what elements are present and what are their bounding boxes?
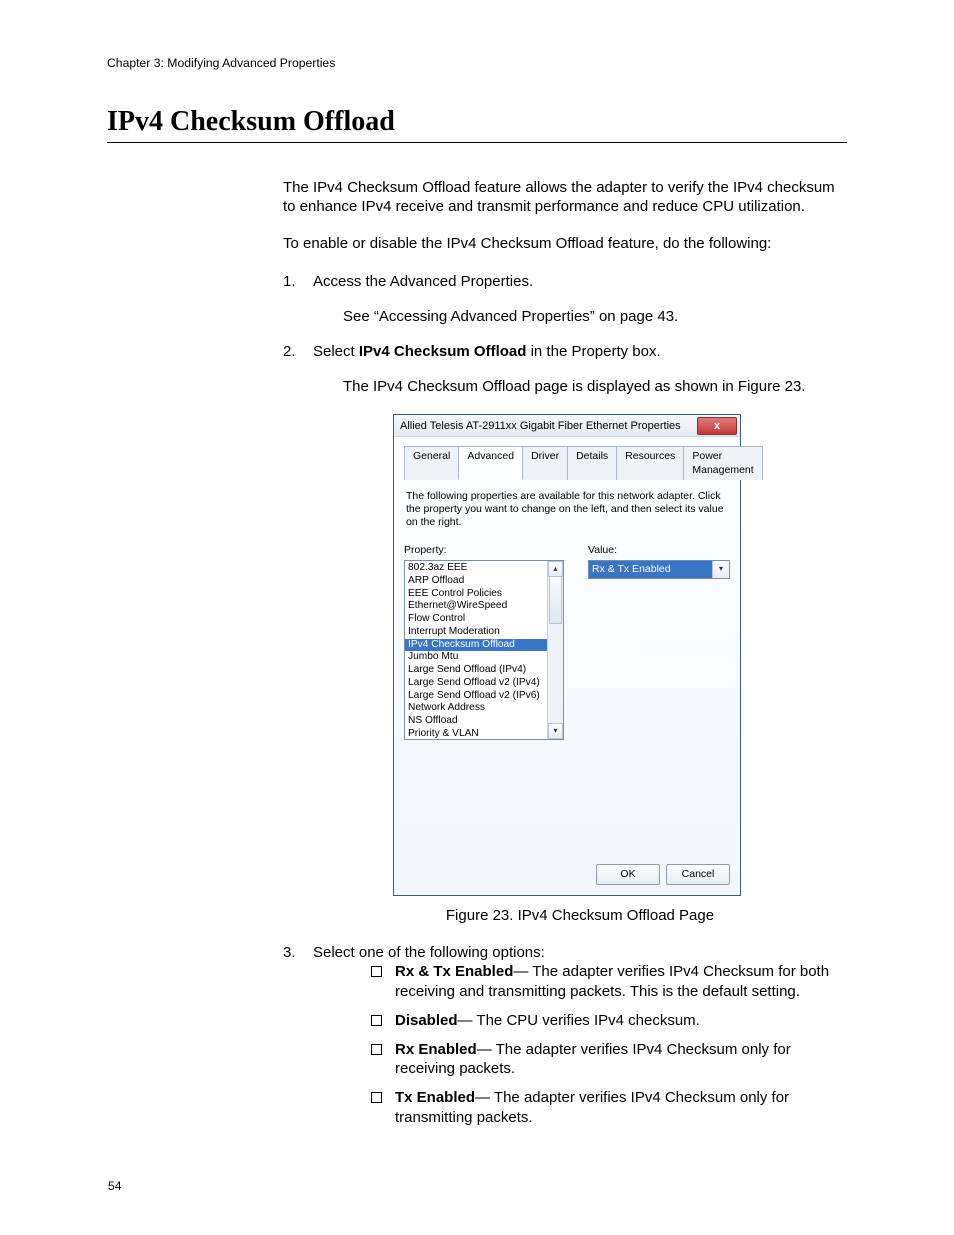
property-item[interactable]: NS Offload [405, 715, 548, 728]
step-2-sub: The IPv4 Checksum Offload page is displa… [343, 377, 847, 396]
property-item[interactable]: EEE Control Policies [405, 588, 548, 601]
dialog-titlebar: Allied Telesis AT-2911xx Gigabit Fiber E… [394, 415, 740, 437]
tab-strip: GeneralAdvancedDriverDetailsResourcesPow… [404, 445, 730, 480]
step-3: Select one of the following options: Rx … [283, 943, 847, 1127]
step-2: Select IPv4 Checksum Offload in the Prop… [283, 342, 847, 925]
step-1: Access the Advanced Properties. See “Acc… [283, 272, 847, 326]
dialog-title: Allied Telesis AT-2911xx Gigabit Fiber E… [400, 419, 681, 433]
option-disabled: Disabled— The CPU verifies IPv4 checksum… [343, 1011, 847, 1030]
property-item[interactable]: Large Send Offload v2 (IPv6) [405, 690, 548, 703]
intro-paragraph: The IPv4 Checksum Offload feature allows… [283, 178, 847, 216]
option-tx-enabled: Tx Enabled— The adapter verifies IPv4 Ch… [343, 1088, 847, 1126]
option-1-bold: Rx & Tx Enabled [395, 963, 513, 980]
property-item[interactable]: Priority & VLAN [405, 728, 548, 739]
value-selected: Rx & Tx Enabled [589, 561, 712, 578]
tab-power-management[interactable]: Power Management [683, 446, 762, 480]
property-item[interactable]: 802.3az EEE [405, 562, 548, 575]
property-item[interactable]: Jumbo Mtu [405, 651, 548, 664]
property-item[interactable]: Large Send Offload v2 (IPv4) [405, 677, 548, 690]
property-item[interactable]: Network Address [405, 702, 548, 715]
figure-caption: Figure 23. IPv4 Checksum Offload Page [313, 906, 847, 925]
property-item[interactable]: Flow Control [405, 613, 548, 626]
tab-advanced[interactable]: Advanced [458, 446, 523, 480]
step-2-text-c: in the Property box. [526, 343, 660, 360]
page-number: 54 [108, 1179, 122, 1193]
tab-driver[interactable]: Driver [522, 446, 568, 480]
close-button[interactable]: x [697, 417, 737, 435]
property-item[interactable]: Large Send Offload (IPv4) [405, 664, 548, 677]
property-listbox[interactable]: 802.3az EEEARP OffloadEEE Control Polici… [404, 560, 564, 740]
option-3-bold: Rx Enabled [395, 1041, 477, 1058]
option-2-text: — The CPU verifies IPv4 checksum. [458, 1012, 700, 1029]
option-rx-enabled: Rx Enabled— The adapter verifies IPv4 Ch… [343, 1040, 847, 1078]
listbox-scrollbar[interactable]: ▴ ▾ [547, 561, 563, 739]
step-3-text: Select one of the following options: [313, 944, 545, 961]
property-item[interactable]: ARP Offload [405, 575, 548, 588]
step-1-text: Access the Advanced Properties. [313, 273, 533, 290]
option-4-bold: Tx Enabled [395, 1089, 475, 1106]
ok-button[interactable]: OK [596, 864, 660, 885]
dialog-description: The following properties are available f… [406, 490, 728, 529]
step-2-bold: IPv4 Checksum Offload [359, 343, 527, 360]
properties-dialog: Allied Telesis AT-2911xx Gigabit Fiber E… [393, 414, 741, 896]
tab-details[interactable]: Details [567, 446, 617, 480]
value-label: Value: [588, 544, 730, 557]
step-2-text-a: Select [313, 343, 359, 360]
option-2-bold: Disabled [395, 1012, 458, 1029]
cancel-button[interactable]: Cancel [666, 864, 730, 885]
property-item[interactable]: Interrupt Moderation [405, 626, 548, 639]
property-item[interactable]: Ethernet@WireSpeed [405, 600, 548, 613]
section-title: IPv4 Checksum Offload [107, 106, 847, 143]
chevron-down-icon[interactable]: ▾ [712, 561, 729, 578]
lead-paragraph: To enable or disable the IPv4 Checksum O… [283, 234, 847, 253]
option-rx-tx-enabled: Rx & Tx Enabled— The adapter verifies IP… [343, 962, 847, 1000]
tab-resources[interactable]: Resources [616, 446, 684, 480]
close-icon: x [714, 419, 720, 433]
property-item[interactable]: IPv4 Checksum Offload [405, 639, 548, 652]
scroll-thumb[interactable] [549, 576, 562, 624]
step-1-sub: See “Accessing Advanced Properties” on p… [343, 307, 847, 326]
running-header: Chapter 3: Modifying Advanced Properties [107, 56, 335, 70]
value-dropdown[interactable]: Rx & Tx Enabled ▾ [588, 560, 730, 579]
scroll-down-button[interactable]: ▾ [548, 723, 563, 739]
scroll-up-button[interactable]: ▴ [548, 561, 563, 577]
tab-general[interactable]: General [404, 446, 459, 480]
property-label: Property: [404, 544, 564, 557]
